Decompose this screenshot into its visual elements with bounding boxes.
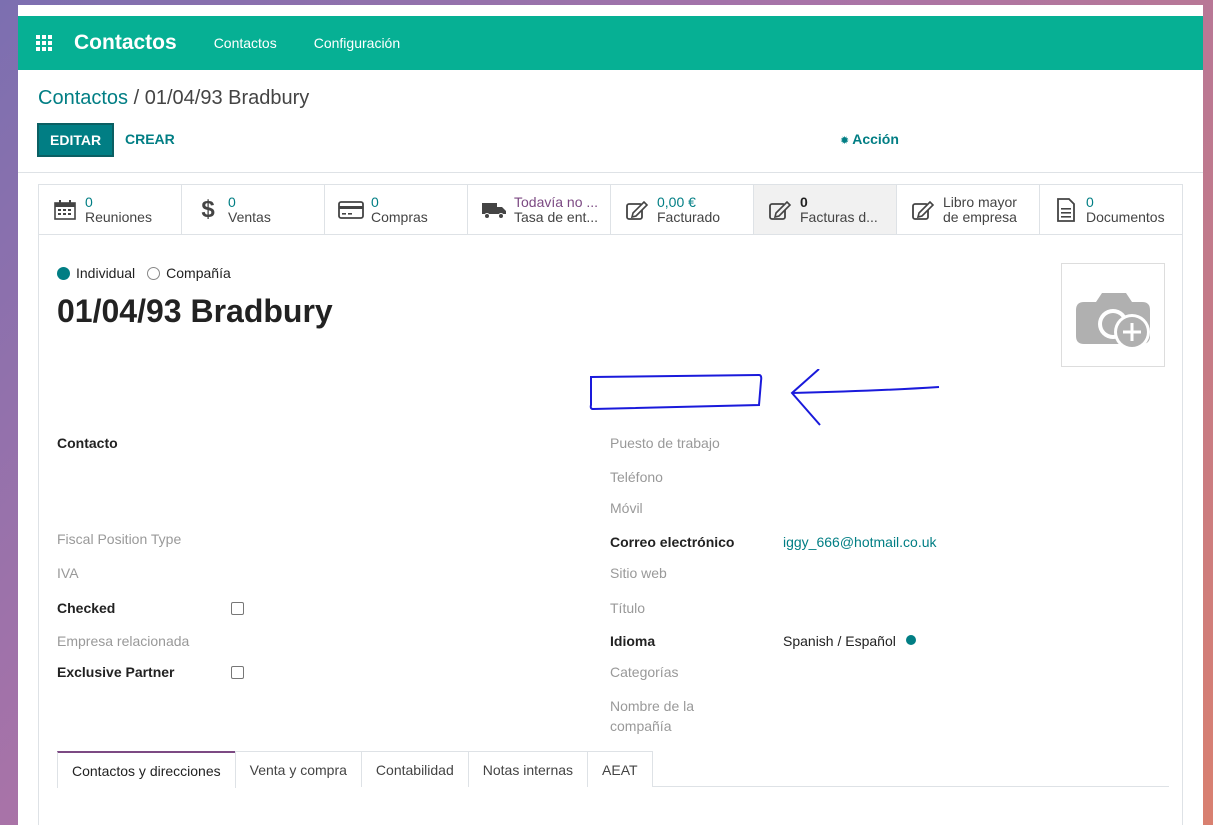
stat-value: 0,00 € bbox=[657, 193, 696, 210]
language-value: Spanish / Español bbox=[783, 633, 916, 649]
stat-value: 0 bbox=[85, 193, 93, 210]
dollar-icon: $ bbox=[201, 195, 215, 223]
stat-value: 0 bbox=[800, 193, 808, 210]
pencil-square-icon bbox=[909, 197, 937, 223]
label-exclusive-partner: Exclusive Partner bbox=[57, 664, 175, 680]
stat-button-sales[interactable]: $ 0 Ventas bbox=[182, 185, 325, 234]
label-checked: Checked bbox=[57, 600, 116, 616]
stat-button-meetings[interactable]: 0 Reuniones bbox=[39, 185, 182, 234]
label-categories: Categorías bbox=[610, 664, 679, 680]
action-dropdown[interactable]: ✹ Acción bbox=[840, 131, 899, 147]
label-website: Sitio web bbox=[610, 565, 667, 581]
edit-button[interactable]: EDITAR bbox=[37, 123, 115, 157]
label-company-name: Nombre de la compañía bbox=[610, 696, 694, 736]
label-related-company: Empresa relacionada bbox=[57, 633, 190, 649]
avatar-upload[interactable] bbox=[1061, 263, 1165, 367]
breadcrumb: Contactos / 01/04/93 Bradbury bbox=[38, 87, 309, 110]
breadcrumb-current: 01/04/93 Bradbury bbox=[144, 87, 310, 109]
stat-button-partner-ledger[interactable]: Libro mayor de empresa bbox=[897, 185, 1040, 234]
language-text: Spanish / Español bbox=[783, 633, 896, 649]
label-language: Idioma bbox=[610, 633, 656, 649]
label-email: Correo electrónico bbox=[610, 534, 735, 550]
apps-grid-icon[interactable] bbox=[36, 35, 54, 51]
radio-individual-label[interactable]: Individual bbox=[76, 265, 135, 281]
camera-plus-icon bbox=[1076, 293, 1150, 350]
action-label: Acción bbox=[852, 131, 899, 147]
tab-contacts-addresses[interactable]: Contactos y direcciones bbox=[57, 751, 236, 788]
label-mobile: Móvil bbox=[610, 500, 643, 516]
app-window: Contactos Contactos Configuración Contac… bbox=[18, 5, 1203, 825]
calendar-icon bbox=[51, 197, 79, 223]
stat-button-documents[interactable]: 0 Documentos bbox=[1040, 185, 1182, 234]
gear-icon: ✹ bbox=[840, 135, 850, 147]
stat-label: Facturas d... bbox=[800, 208, 878, 225]
document-icon bbox=[1052, 197, 1080, 223]
menu-contactos[interactable]: Contactos bbox=[214, 35, 277, 51]
label-vat: IVA bbox=[57, 565, 79, 581]
checked-checkbox[interactable] bbox=[231, 602, 244, 615]
pencil-square-icon bbox=[623, 197, 651, 223]
tab-sales-purchase[interactable]: Venta y compra bbox=[234, 751, 362, 787]
stat-label: Tasa de ent... bbox=[514, 208, 599, 225]
pencil-square-icon bbox=[766, 197, 794, 223]
email-value[interactable]: iggy_666@hotmail.co.uk bbox=[783, 534, 937, 550]
globe-icon[interactable] bbox=[905, 635, 916, 645]
handdrawn-annotation bbox=[589, 369, 940, 426]
label-contact: Contacto bbox=[57, 435, 118, 451]
stat-button-delivery-rate[interactable]: Todavía no ... Tasa de ent... bbox=[468, 185, 611, 234]
control-panel: Contactos / 01/04/93 Bradbury EDITAR CRE… bbox=[18, 70, 1203, 173]
stat-value: 0 bbox=[371, 193, 379, 210]
truck-icon bbox=[480, 197, 508, 223]
radio-individual[interactable] bbox=[57, 266, 70, 280]
partner-name: 01/04/93 Bradbury bbox=[57, 293, 333, 329]
label-company-name-line2: compañía bbox=[610, 718, 672, 734]
stat-label: Reuniones bbox=[85, 208, 152, 225]
company-type-radio: Individual Compañía bbox=[57, 265, 243, 281]
stat-button-invoices[interactable]: 0 Facturas d... bbox=[754, 185, 897, 234]
stat-button-invoiced[interactable]: 0,00 € Facturado bbox=[611, 185, 754, 234]
stat-value: 0 bbox=[1086, 193, 1094, 210]
credit-card-icon bbox=[337, 197, 365, 223]
radio-company-label[interactable]: Compañía bbox=[166, 265, 231, 281]
notebook-tabs: Contactos y direcciones Venta y compra C… bbox=[57, 751, 1169, 788]
create-button[interactable]: CREAR bbox=[125, 131, 175, 147]
label-phone: Teléfono bbox=[610, 469, 663, 485]
stat-value: Todavía no ... bbox=[514, 193, 599, 210]
radio-company[interactable] bbox=[147, 266, 161, 280]
stat-label: Documentos bbox=[1086, 208, 1165, 225]
stat-label: Facturado bbox=[657, 208, 721, 225]
breadcrumb-parent[interactable]: Contactos bbox=[38, 87, 128, 109]
tab-accounting[interactable]: Contabilidad bbox=[360, 751, 469, 787]
label-job-position: Puesto de trabajo bbox=[610, 435, 720, 451]
stat-label: de empresa bbox=[943, 208, 1017, 225]
stat-button-box: 0 Reuniones $ 0 Ventas 0 Compras Todavía no… bbox=[38, 184, 1183, 235]
app-title[interactable]: Contactos bbox=[74, 31, 177, 55]
form-sheet: Individual Compañía 01/04/93 Bradbury Co… bbox=[38, 235, 1183, 825]
label-company-name-line1: Nombre de la bbox=[610, 698, 695, 714]
stat-value: 0 bbox=[228, 193, 236, 210]
tab-internal-notes[interactable]: Notas internas bbox=[467, 751, 589, 787]
stat-label: Compras bbox=[371, 208, 428, 225]
stat-label: Ventas bbox=[228, 208, 271, 225]
breadcrumb-separator: / bbox=[133, 87, 140, 109]
label-fiscal-position-type: Fiscal Position Type bbox=[57, 531, 182, 547]
stat-button-purchases[interactable]: 0 Compras bbox=[325, 185, 468, 234]
tab-aeat[interactable]: AEAT bbox=[587, 751, 653, 787]
stat-label: Libro mayor bbox=[943, 193, 1017, 210]
menu-configuracion[interactable]: Configuración bbox=[314, 35, 400, 51]
exclusive-partner-checkbox[interactable] bbox=[231, 666, 244, 679]
top-navbar: Contactos Contactos Configuración bbox=[18, 16, 1203, 70]
label-title: Título bbox=[610, 600, 646, 616]
